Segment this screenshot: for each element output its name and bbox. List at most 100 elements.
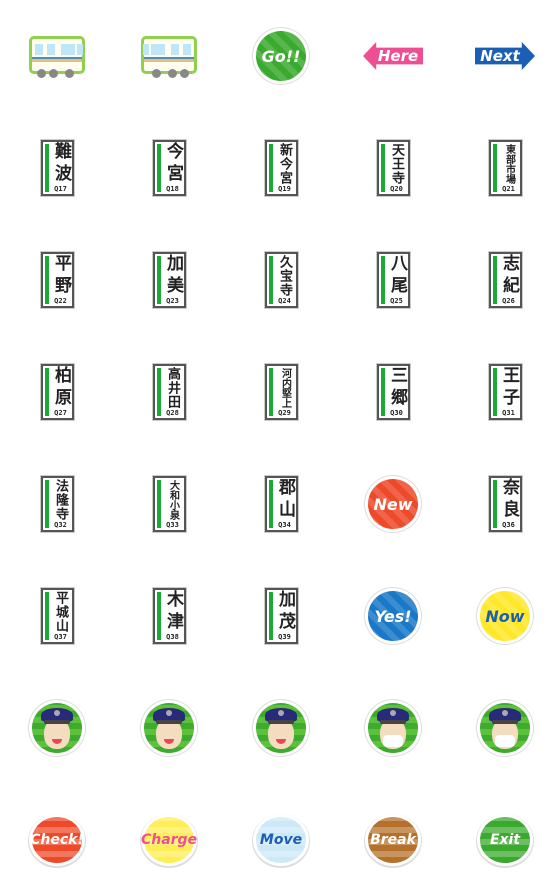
conductor-badge <box>390 710 396 716</box>
line-color-stripe <box>380 256 385 304</box>
train-window <box>77 44 83 55</box>
face-mask <box>495 735 515 747</box>
conductor-visor <box>156 720 182 724</box>
line-color-stripe <box>44 480 49 528</box>
emoji-cell-sign[interactable]: 加美 Q23 <box>113 224 225 336</box>
emoji-cell-train[interactable] <box>1 0 113 112</box>
emoji-cell-burst[interactable]: Yes! <box>337 560 449 672</box>
station-sign: 高井田 Q28 <box>152 364 186 420</box>
emoji-cell-sign[interactable]: 八尾 Q25 <box>337 224 449 336</box>
station-name: 三郷 <box>387 365 407 410</box>
train-window <box>35 44 43 55</box>
emoji-cell-arrow-left[interactable]: Here <box>337 0 449 112</box>
emoji-cell-bubble[interactable]: Check! <box>1 784 113 896</box>
speech-bubble: Exit <box>480 817 530 863</box>
train-stripe <box>32 59 82 62</box>
emoji-cell-face[interactable] <box>337 672 449 784</box>
emoji-cell-burst[interactable]: Now <box>449 560 560 672</box>
emoji-cell-face[interactable] <box>113 672 225 784</box>
station-sign: 今宮 Q18 <box>152 140 186 196</box>
train-wheel <box>168 69 177 78</box>
station-sign: 平城山 Q37 <box>40 588 74 644</box>
emoji-cell-sign[interactable]: 平野 Q22 <box>1 224 113 336</box>
starburst-badge: Go!! <box>256 31 306 81</box>
station-name: 加美 <box>163 253 183 298</box>
station-code: Q38 <box>166 633 179 641</box>
line-color-stripe <box>492 480 497 528</box>
station-sign: 加茂 Q39 <box>264 588 298 644</box>
emoji-cell-sign[interactable]: 木津 Q38 <box>113 560 225 672</box>
station-code: Q22 <box>54 297 67 305</box>
emoji-cell-sign[interactable]: 久宝寺 Q24 <box>225 224 337 336</box>
station-code: Q36 <box>502 521 515 529</box>
line-color-stripe <box>380 368 385 416</box>
station-sign: 加美 Q23 <box>152 252 186 308</box>
line-color-stripe <box>156 592 161 640</box>
train-stripe <box>144 59 194 62</box>
station-sign: 志紀 Q26 <box>488 252 522 308</box>
conductor-visor <box>44 720 70 724</box>
line-color-stripe <box>44 144 49 192</box>
station-code: Q21 <box>502 185 515 193</box>
emoji-cell-sign[interactable]: 法隆寺 Q32 <box>1 448 113 560</box>
train-window <box>47 44 55 55</box>
station-name: 今宮 <box>163 141 183 186</box>
train-car-front-icon <box>29 32 85 80</box>
station-sign: 新今宮 Q19 <box>264 140 298 196</box>
emoji-cell-sign[interactable]: 加茂 Q39 <box>225 560 337 672</box>
train-wheel <box>65 69 74 78</box>
train-wheel <box>49 69 58 78</box>
emoji-cell-train[interactable] <box>113 0 225 112</box>
line-color-stripe <box>156 256 161 304</box>
station-code: Q37 <box>54 633 67 641</box>
station-sign: 法隆寺 Q32 <box>40 476 74 532</box>
emoji-cell-sign[interactable]: 高井田 Q28 <box>113 336 225 448</box>
emoji-cell-sign[interactable]: 平城山 Q37 <box>1 560 113 672</box>
emoji-cell-sign[interactable]: 新今宮 Q19 <box>225 112 337 224</box>
starburst-badge: Now <box>480 591 530 641</box>
station-code: Q30 <box>390 409 403 417</box>
conductor-badge <box>502 710 508 716</box>
station-sign: 郡山 Q34 <box>264 476 298 532</box>
emoji-cell-sign[interactable]: 東部市場 Q21 <box>449 112 560 224</box>
emoji-cell-sign[interactable]: 柏原 Q27 <box>1 336 113 448</box>
line-color-stripe <box>156 480 161 528</box>
emoji-cell-sign[interactable]: 天王寺 Q20 <box>337 112 449 224</box>
line-color-stripe <box>268 480 273 528</box>
emoji-cell-sign[interactable]: 王子 Q31 <box>449 336 560 448</box>
emoji-cell-sign[interactable]: 奈良 Q36 <box>449 448 560 560</box>
station-sign: 東部市場 Q21 <box>488 140 522 196</box>
station-code: Q28 <box>166 409 179 417</box>
emoji-cell-sign[interactable]: 難波 Q17 <box>1 112 113 224</box>
station-sign: 河内堅上 Q29 <box>264 364 298 420</box>
conductor-visor <box>380 720 406 724</box>
line-color-stripe <box>44 592 49 640</box>
emoji-cell-bubble[interactable]: Exit <box>449 784 560 896</box>
emoji-cell-arrow-right[interactable]: Next <box>449 0 560 112</box>
line-color-stripe <box>268 592 273 640</box>
station-code: Q24 <box>278 297 291 305</box>
emoji-cell-sign[interactable]: 志紀 Q26 <box>449 224 560 336</box>
station-code: Q23 <box>166 297 179 305</box>
speech-bubble: Break <box>368 817 418 863</box>
emoji-cell-bubble[interactable]: Move <box>225 784 337 896</box>
emoji-cell-face[interactable] <box>449 672 560 784</box>
station-sign: 久宝寺 Q24 <box>264 252 298 308</box>
emoji-cell-burst[interactable]: New <box>337 448 449 560</box>
emoji-cell-burst[interactable]: Go!! <box>225 0 337 112</box>
emoji-cell-sign[interactable]: 今宮 Q18 <box>113 112 225 224</box>
emoji-cell-sign[interactable]: 河内堅上 Q29 <box>225 336 337 448</box>
emoji-cell-sign[interactable]: 郡山 Q34 <box>225 448 337 560</box>
emoji-cell-sign[interactable]: 三郷 Q30 <box>337 336 449 448</box>
station-name: 郡山 <box>275 477 295 522</box>
speech-bubble: Move <box>256 817 306 863</box>
station-code: Q39 <box>278 633 291 641</box>
emoji-cell-face[interactable] <box>225 672 337 784</box>
emoji-cell-bubble[interactable]: Charge <box>113 784 225 896</box>
conductor-mask-smile-icon <box>480 703 530 753</box>
emoji-cell-sign[interactable]: 大和小泉 Q33 <box>113 448 225 560</box>
emoji-cell-face[interactable] <box>1 672 113 784</box>
train-window <box>151 44 165 55</box>
station-code: Q27 <box>54 409 67 417</box>
emoji-cell-bubble[interactable]: Break <box>337 784 449 896</box>
